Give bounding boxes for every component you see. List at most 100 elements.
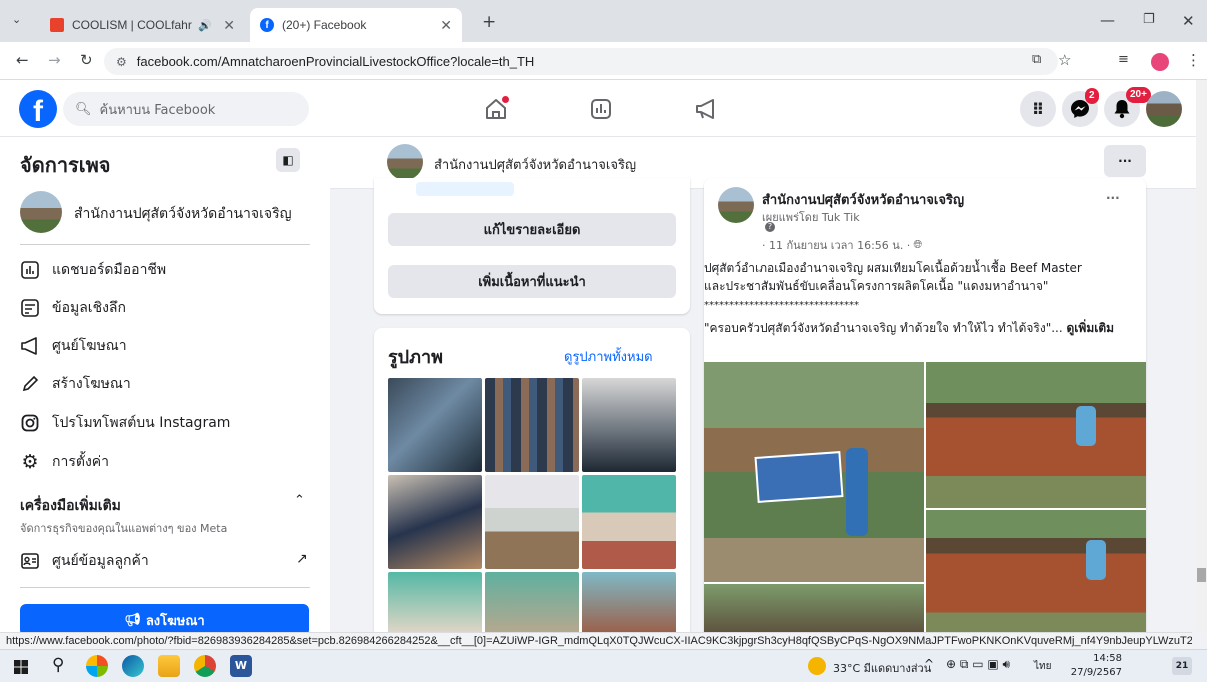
megaphone-icon: 📢︎ [124, 612, 141, 628]
url-text: facebook.com/AmnatcharoenProvincialLives… [136, 54, 535, 69]
language-indicator[interactable]: ไทย [1034, 659, 1051, 674]
more-tools-heading: เครื่องมือเพิ่มเติม [20, 498, 121, 514]
copilot-icon[interactable] [86, 655, 108, 677]
dashboard-nav-icon[interactable] [590, 98, 612, 120]
photo-thumbnail[interactable] [582, 572, 676, 634]
install-app-icon[interactable]: ⧉ [1032, 52, 1041, 67]
sidebar-item-dashboard[interactable]: แดชบอร์ดมืออาชีพ [20, 259, 166, 281]
external-link-icon: ↗ [296, 551, 308, 567]
sidebar-item-label: โปรโมทโพสต์บน Instagram [52, 415, 231, 431]
chrome-icon[interactable] [194, 655, 216, 677]
minimize-icon[interactable]: — [1100, 11, 1115, 29]
add-featured-button[interactable]: เพิ่มเนื้อหาที่แนะนำ [388, 265, 676, 298]
tab-facebook[interactable]: f (20+) Facebook ✕ [250, 8, 462, 42]
tab-title: (20+) Facebook [282, 18, 367, 32]
apps-menu-button[interactable]: ⠿ [1020, 91, 1056, 127]
new-tab-icon[interactable]: + [482, 12, 496, 32]
scrollbar-thumb[interactable] [1197, 568, 1206, 582]
coolism-favicon-icon [50, 18, 64, 32]
site-info-icon[interactable]: ⚙ [116, 55, 127, 69]
post-photo[interactable] [704, 584, 924, 638]
post-text-line: และประชาสัมพันธ์ขับเคลื่อนโครงการผลิตโคเ… [704, 279, 1049, 293]
facebook-favicon-icon: f [260, 18, 274, 32]
see-all-photos-link[interactable]: ดูรูปภาพทั้งหมด [564, 346, 653, 367]
sidebar-item-create-ad[interactable]: สร้างโฆษณา [20, 373, 131, 395]
sidebar-item-customer-center[interactable]: ศูนย์ข้อมูลลูกค้า [20, 550, 149, 572]
search-placeholder: ค้นหาบน Facebook [99, 102, 216, 118]
windows-taskbar: ⚲ W 33°C มีแดดบางส่วน ^ ⊕ ⧉ ▭ ▣ 🔊︎ ไทย 1… [0, 649, 1207, 682]
close-window-icon[interactable]: ✕ [1182, 12, 1195, 30]
back-icon[interactable]: ← [16, 51, 29, 69]
url-field[interactable]: ⚙ facebook.com/AmnatcharoenProvincialLiv… [104, 48, 1058, 75]
sidebar-item-label: แดชบอร์ดมืออาชีพ [52, 262, 167, 278]
restore-icon[interactable]: ❐ [1143, 12, 1155, 27]
reload-icon[interactable]: ↻ [80, 51, 93, 69]
photo-thumbnail[interactable] [485, 475, 579, 569]
photo-thumbnail[interactable] [582, 475, 676, 569]
sidebar-item-insights[interactable]: ข้อมูลเชิงลึก [20, 297, 126, 319]
edit-details-button[interactable]: แก้ไขรายละเอียด [388, 213, 676, 246]
chevron-up-icon[interactable]: ⌃ [294, 493, 305, 508]
menu-dots-icon[interactable]: ⋮ [1186, 51, 1201, 69]
post-author[interactable]: สำนักงานปศุสัตว์จังหวัดอำนาจเจริญ [762, 189, 964, 210]
post-photo[interactable] [926, 362, 1146, 508]
sidebar-item-instagram[interactable]: โปรโมทโพสต์บน Instagram [20, 412, 230, 434]
reading-list-icon[interactable]: ≡ [1118, 52, 1129, 67]
sidebar-item-settings[interactable]: ⚙ การตั้งค่า [20, 451, 109, 473]
photo-thumbnail[interactable] [388, 572, 482, 634]
forward-icon[interactable]: → [48, 51, 61, 69]
page-avatar[interactable] [20, 191, 62, 233]
facebook-logo[interactable]: f [19, 90, 57, 128]
post-more-icon[interactable]: ··· [1106, 191, 1120, 205]
photo-thumbnail[interactable] [582, 378, 676, 472]
page-more-button[interactable]: ··· [1104, 145, 1146, 177]
clock[interactable]: 14:58 27/9/2567 [1060, 652, 1122, 680]
post-photo[interactable] [926, 510, 1146, 638]
edge-icon[interactable] [122, 655, 144, 677]
tray-chevron-icon[interactable]: ^ [924, 657, 934, 671]
bookmark-star-icon[interactable]: ☆ [1058, 51, 1071, 69]
search-input[interactable]: 🔍︎ ค้นหาบน Facebook [63, 92, 309, 126]
close-tab-icon[interactable]: ✕ [440, 17, 452, 34]
tray-icons[interactable]: ⊕ ⧉ ▭ ▣ 🔊︎ [946, 657, 1010, 672]
globe-icon: 🌐︎ [913, 238, 923, 251]
divider [20, 587, 310, 588]
help-icon[interactable]: ? [765, 222, 775, 232]
sidebar-item-label: ข้อมูลเชิงลึก [52, 300, 126, 316]
page-name-link[interactable]: สำนักงานปศุสัตว์จังหวัดอำนาจเจริญ [74, 203, 292, 225]
photo-thumbnail[interactable] [485, 572, 579, 634]
see-more-link[interactable]: ดูเพิ่มเติม [1067, 321, 1115, 335]
post-author-avatar[interactable] [718, 187, 754, 223]
tab-search-chevron-icon[interactable]: ⌄ [12, 13, 21, 26]
advertise-button[interactable]: 📢︎ ลงโฆษณา [20, 604, 309, 632]
post-text: ปศุสัตว์อำเภอเมืองอำนาจเจริญ ผสมเทียมโคเ… [704, 259, 1134, 337]
megaphone-nav-icon[interactable] [694, 98, 718, 120]
search-icon[interactable]: ⚲ [52, 655, 64, 675]
sidebar-item-label: ศูนย์โฆษณา [52, 338, 127, 354]
page-avatar-small[interactable] [387, 144, 423, 180]
pencil-icon [20, 374, 40, 394]
home-dot-badge [502, 96, 509, 103]
photo-thumbnail[interactable] [388, 378, 482, 472]
account-avatar[interactable] [1146, 91, 1182, 127]
search-icon: 🔍︎ [75, 101, 92, 117]
profile-avatar[interactable] [1151, 53, 1169, 71]
audio-icon: 🔊 [198, 19, 212, 32]
word-icon[interactable]: W [230, 655, 252, 677]
page-scrollbar[interactable] [1196, 80, 1207, 632]
post-timestamp[interactable]: · 11 กันยายน เวลา 16:56 น. · 🌐︎ [762, 236, 922, 254]
weather-text[interactable]: 33°C มีแดดบางส่วน [833, 659, 931, 677]
windows-start-icon[interactable] [14, 660, 28, 674]
megaphone-icon [20, 336, 40, 356]
collapse-sidebar-button[interactable]: ◧ [276, 148, 300, 172]
file-explorer-icon[interactable] [158, 655, 180, 677]
notification-center-button[interactable]: 21 [1172, 657, 1192, 675]
photo-thumbnail[interactable] [485, 378, 579, 472]
manage-page-sidebar: จัดการเพจ ◧ สำนักงานปศุสัตว์จังหวัดอำนาจ… [0, 137, 330, 632]
sidebar-item-ad-center[interactable]: ศูนย์โฆษณา [20, 335, 127, 357]
post-photo[interactable] [704, 362, 924, 582]
close-tab-icon[interactable]: ✕ [223, 17, 235, 34]
clock-time: 14:58 [1093, 653, 1122, 664]
photo-thumbnail[interactable] [388, 475, 482, 569]
tab-coolism[interactable]: COOLISM | COOLfahrenheit 🔊 ✕ [40, 8, 245, 42]
